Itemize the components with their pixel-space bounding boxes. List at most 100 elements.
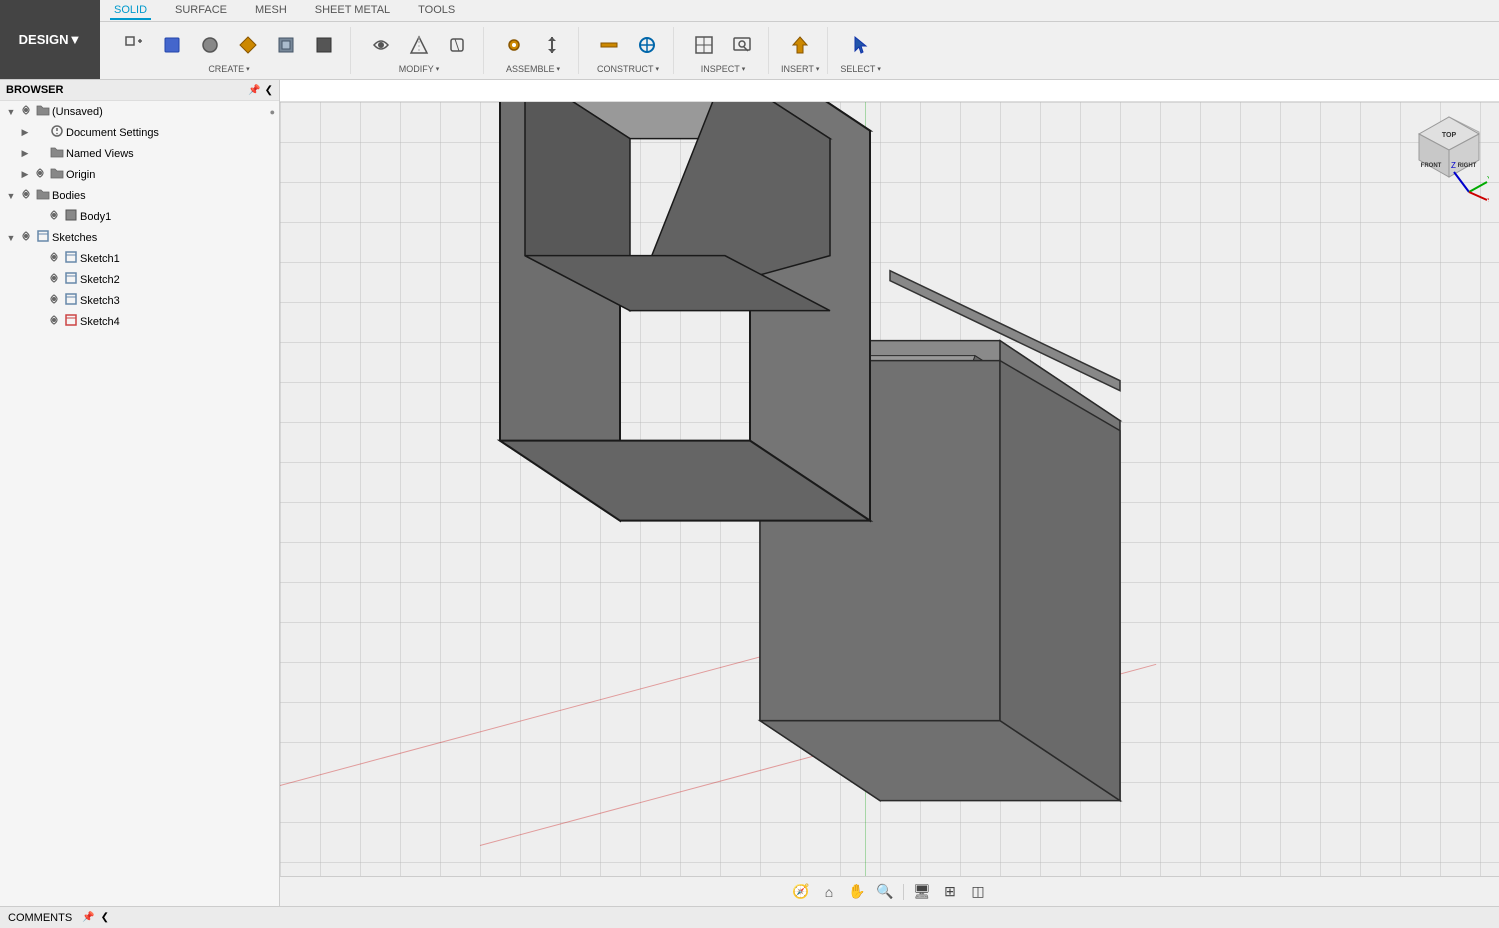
home-icon[interactable]: ⌂ [817, 880, 841, 904]
label-doc_settings: Document Settings [66, 127, 275, 139]
vis-icon-root[interactable] [18, 105, 34, 118]
tool-btn-modify-1[interactable] [401, 27, 437, 63]
tool-btn-create-2[interactable] [192, 27, 228, 63]
vis-icon-sketch4[interactable] [46, 315, 62, 328]
tool-group-assemble: ASSEMBLE▾ [488, 27, 579, 74]
folder-icon-sketch1 [62, 250, 80, 267]
tool-icons-insert [782, 27, 818, 63]
label-bodies: Bodies [52, 190, 275, 202]
tab-tools[interactable]: TOOLS [414, 2, 459, 20]
viewport[interactable]: TOP FRONT RIGHT Z Y X [280, 102, 1499, 906]
folder-icon-sketches [34, 229, 52, 246]
view-cube[interactable]: TOP FRONT RIGHT Z Y X [1409, 112, 1489, 192]
tool-group-select: SELECT▾ [832, 27, 889, 74]
label-sketches: Sketches [52, 232, 275, 244]
tool-caret-assemble: ▾ [557, 65, 561, 73]
comments-label: COMMENTS [8, 912, 72, 924]
vis-icon-sketch3[interactable] [46, 294, 62, 307]
browser-item-body1[interactable]: Body1 [0, 206, 279, 227]
sep1 [903, 884, 904, 900]
navigate-icon[interactable]: 🧭 [789, 880, 813, 904]
tool-label-inspect[interactable]: INSPECT▾ [701, 64, 746, 74]
folder-icon-sketch4 [62, 313, 80, 330]
tool-label-create[interactable]: CREATE▾ [208, 64, 249, 74]
tab-mesh[interactable]: MESH [251, 2, 291, 20]
tool-btn-assemble-0[interactable] [496, 27, 532, 63]
grid-icon[interactable]: ⊞ [938, 880, 962, 904]
svg-text:TOP: TOP [1442, 132, 1457, 139]
comments-expand-icon[interactable]: ❮ [101, 912, 109, 923]
vis-icon-body1[interactable] [46, 210, 62, 223]
tool-btn-modify-0[interactable] [363, 27, 399, 63]
tool-label-select[interactable]: SELECT▾ [840, 64, 881, 74]
tool-icons-assemble [496, 27, 570, 63]
tool-label-modify[interactable]: MODIFY▾ [399, 64, 440, 74]
tool-btn-insert-0[interactable] [782, 27, 818, 63]
tool-btn-create-4[interactable] [268, 27, 304, 63]
tool-btn-create-0[interactable] [116, 27, 152, 63]
tab-surface[interactable]: SURFACE [171, 2, 231, 20]
pan-icon[interactable]: ✋ [845, 880, 869, 904]
browser-item-bodies[interactable]: ▼ Bodies [0, 185, 279, 206]
tool-icons-modify [363, 27, 475, 63]
view-icon[interactable]: ◫ [966, 880, 990, 904]
tool-btn-construct-1[interactable] [629, 27, 665, 63]
label-body1: Body1 [80, 211, 275, 223]
tool-btn-create-5[interactable] [306, 27, 342, 63]
vis-icon-sketches[interactable] [18, 231, 34, 244]
browser-item-sketch4[interactable]: Sketch4 [0, 311, 279, 332]
tool-btn-select-0[interactable] [843, 27, 879, 63]
vis-icon-sketch2[interactable] [46, 273, 62, 286]
browser-panel: BROWSER 📌 ❮ ▼(Unsaved)● ▶ Document Setting… [0, 80, 280, 906]
browser-title: BROWSER [6, 84, 248, 96]
vis-icon-bodies[interactable] [18, 189, 34, 202]
model-container [630, 251, 1150, 814]
svg-text:Z: Z [1451, 161, 1456, 170]
tool-btn-create-3[interactable] [230, 27, 266, 63]
display-icon[interactable]: 🖥 [910, 880, 934, 904]
label-root: (Unsaved) [52, 106, 270, 118]
browser-collapse-icon[interactable]: ❮ [265, 85, 273, 96]
vis-icon-origin[interactable] [32, 168, 48, 181]
tool-label-assemble[interactable]: ASSEMBLE▾ [506, 64, 560, 74]
folder-icon-sketch3 [62, 292, 80, 309]
label-sketch2: Sketch2 [80, 274, 275, 286]
tab-sheet_metal[interactable]: SHEET METAL [311, 2, 394, 20]
expand-icon-doc_settings: ▶ [18, 127, 32, 138]
tool-caret-insert: ▾ [816, 65, 820, 73]
tool-label-insert[interactable]: INSERT▾ [781, 64, 819, 74]
browser-item-named_views[interactable]: ▶Named Views [0, 143, 279, 164]
tool-caret-select: ▾ [877, 65, 881, 73]
tool-caret-construct: ▾ [655, 65, 659, 73]
tool-btn-create-1[interactable] [154, 27, 190, 63]
label-sketch4: Sketch4 [80, 316, 275, 328]
design-arrow: ▼ [68, 32, 81, 47]
tool-label-construct[interactable]: CONSTRUCT▾ [597, 64, 659, 74]
tool-btn-modify-2[interactable] [439, 27, 475, 63]
browser-item-root[interactable]: ▼(Unsaved)● [0, 101, 279, 122]
browser-item-origin[interactable]: ▶Origin [0, 164, 279, 185]
tab-row: SOLID SURFACE MESH SHEET METAL TOOLS [100, 0, 1499, 22]
tool-btn-inspect-1[interactable] [724, 27, 760, 63]
comments-pin-icon[interactable]: 📌 [82, 912, 94, 923]
tool-btn-construct-0[interactable] [591, 27, 627, 63]
tool-btn-inspect-0[interactable] [686, 27, 722, 63]
browser-pin-icon[interactable]: 📌 [248, 85, 260, 96]
vis-icon-sketch1[interactable] [46, 252, 62, 265]
svg-text:FRONT: FRONT [1421, 163, 1442, 169]
browser-item-sketches[interactable]: ▼Sketches [0, 227, 279, 248]
expand-icon-bodies: ▼ [4, 191, 18, 201]
zoom-icon[interactable]: 🔍 [873, 880, 897, 904]
browser-item-doc_settings[interactable]: ▶ Document Settings [0, 122, 279, 143]
design-button[interactable]: DESIGN ▼ [0, 0, 100, 79]
browser-item-sketch2[interactable]: Sketch2 [0, 269, 279, 290]
tab-solid[interactable]: SOLID [110, 2, 151, 20]
tool-icons-select [843, 27, 879, 63]
folder-icon-named_views [48, 145, 66, 162]
browser-item-sketch1[interactable]: Sketch1 [0, 248, 279, 269]
expand-icon-named_views: ▶ [18, 148, 32, 159]
bottom-toolbar: 🧭 ⌂ ✋ 🔍 🖥 ⊞ ◫ [280, 876, 1499, 906]
tool-btn-assemble-1[interactable] [534, 27, 570, 63]
browser-item-sketch3[interactable]: Sketch3 [0, 290, 279, 311]
browser-header: BROWSER 📌 ❮ [0, 80, 279, 101]
